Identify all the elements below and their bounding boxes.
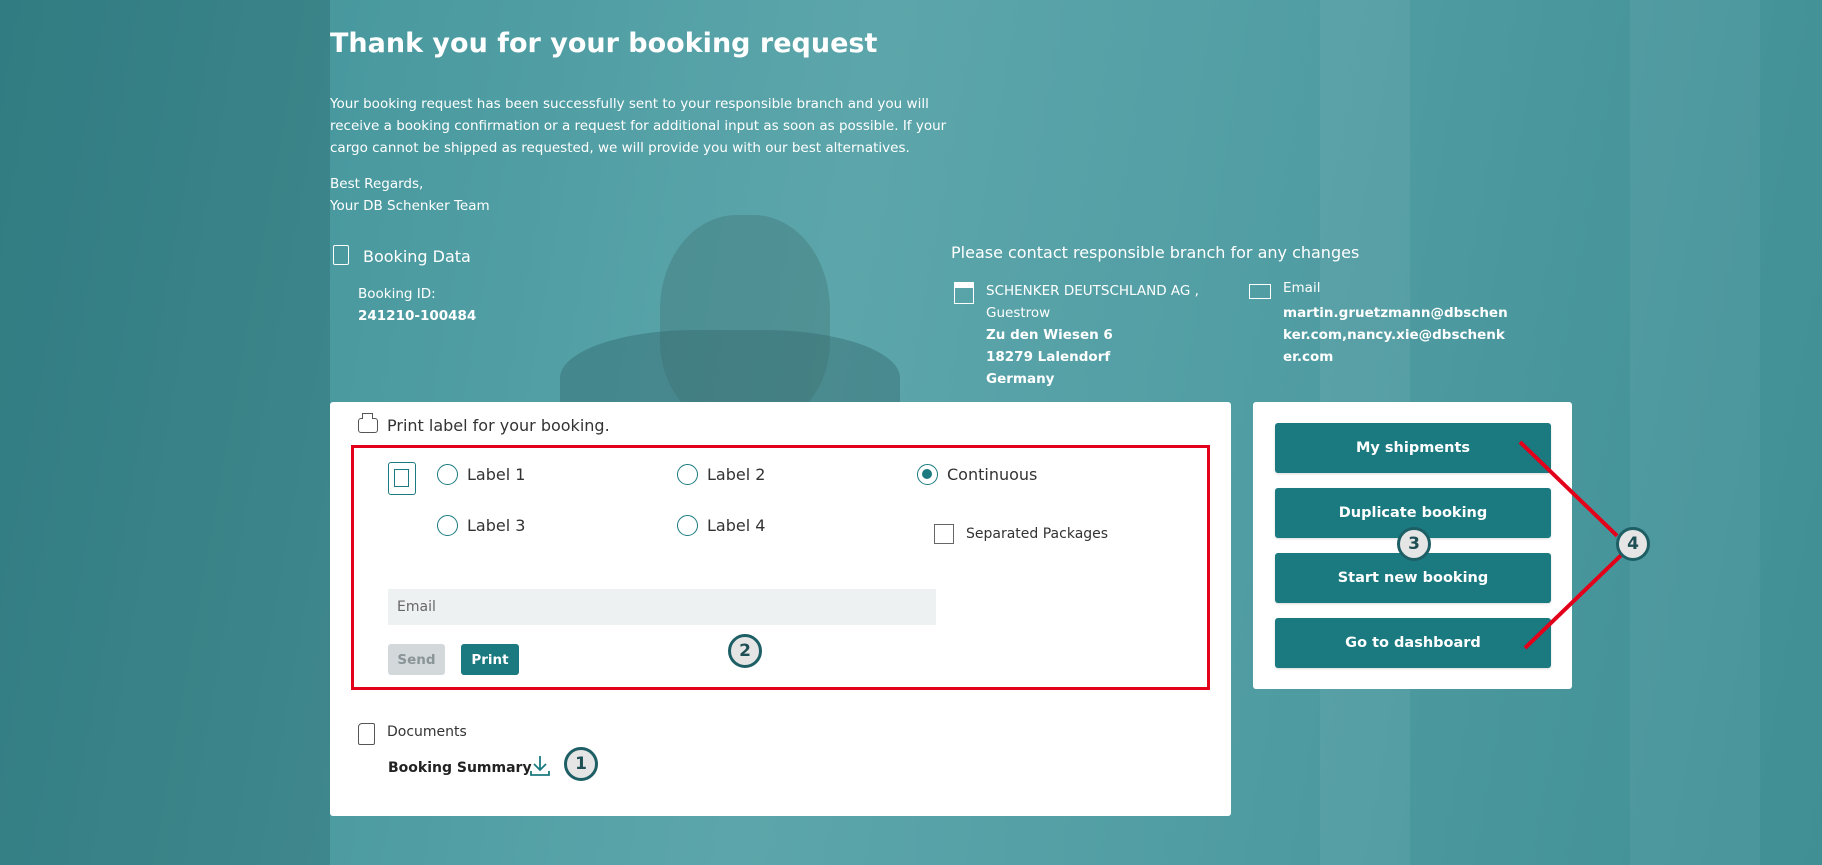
annotation-badge-4: 4 (1616, 527, 1650, 561)
booking-id-label: Booking ID: (358, 286, 436, 302)
city: 18279 Lalendorf (986, 349, 1111, 365)
radio-circle[interactable] (917, 464, 938, 485)
radio-label-text: Label 1 (467, 465, 526, 484)
my-shipments-button[interactable]: My shipments (1275, 423, 1551, 473)
radio-label-text: Label 4 (707, 516, 766, 535)
label-icon (388, 462, 416, 495)
page-title: Thank you for your booking request (330, 28, 878, 59)
radio-label-2[interactable]: Label 2 (677, 464, 765, 485)
background-column (1630, 0, 1760, 865)
background-person-head (660, 215, 830, 425)
mail-icon (1249, 284, 1271, 299)
print-label-title: Print label for your booking. (387, 416, 610, 435)
branch-address: SCHENKER DEUTSCHLAND AG , Guestrow Zu de… (986, 280, 1199, 390)
contact-title: Please contact responsible branch for an… (951, 243, 1360, 262)
street: Zu den Wiesen 6 (986, 327, 1113, 343)
country: Germany (986, 371, 1055, 387)
booking-summary-link[interactable]: Booking Summary (388, 760, 532, 776)
printer-icon (358, 413, 378, 433)
annotation-box: Label 1 Label 2 Continuous Label 3 Label… (351, 445, 1210, 690)
booking-data-title: Booking Data (363, 247, 471, 266)
annotation-badge-2: 2 (728, 634, 762, 668)
email-input[interactable] (388, 589, 936, 625)
radio-label-text: Continuous (947, 465, 1038, 484)
radio-label-4[interactable]: Label 4 (677, 515, 765, 536)
team-signature: Your DB Schenker Team (330, 198, 490, 214)
print-label-card: Print label for your booking. Label 1 La… (330, 402, 1231, 816)
email-label: Email (1283, 280, 1321, 296)
separated-packages-label: Separated Packages (966, 526, 1109, 542)
building-icon (954, 282, 974, 304)
go-to-dashboard-button[interactable]: Go to dashboard (1275, 618, 1551, 668)
radio-continuous[interactable]: Continuous (917, 464, 1037, 485)
separated-packages-checkbox[interactable]: Separated Packages (934, 524, 1108, 544)
radio-circle[interactable] (677, 464, 698, 485)
annotation-badge-3: 3 (1397, 527, 1431, 561)
radio-circle[interactable] (677, 515, 698, 536)
booking-id-value: 241210-100484 (358, 308, 477, 324)
background-shade (0, 0, 330, 865)
company-name: SCHENKER DEUTSCHLAND AG , (986, 283, 1199, 299)
radio-label-1[interactable]: Label 1 (437, 464, 525, 485)
radio-label-3[interactable]: Label 3 (437, 515, 525, 536)
checkbox-box[interactable] (934, 524, 954, 544)
radio-label-text: Label 2 (707, 465, 766, 484)
radio-circle[interactable] (437, 464, 458, 485)
regards: Best Regards, Your DB Schenker Team (330, 173, 490, 217)
documents-title: Documents (387, 724, 467, 740)
file-icon (358, 723, 375, 745)
intro-text: Your booking request has been successful… (330, 96, 947, 156)
radio-circle[interactable] (437, 515, 458, 536)
download-icon[interactable] (529, 754, 551, 778)
branch-name: Guestrow (986, 305, 1051, 321)
regards-line: Best Regards, (330, 176, 424, 192)
document-icon (333, 245, 349, 265)
radio-label-text: Label 3 (467, 516, 526, 535)
send-button[interactable]: Send (388, 644, 445, 675)
contact-email[interactable]: martin.gruetzmann@dbschenker.com,nancy.x… (1283, 302, 1508, 368)
print-button[interactable]: Print (461, 644, 519, 675)
annotation-badge-1: 1 (564, 747, 598, 781)
